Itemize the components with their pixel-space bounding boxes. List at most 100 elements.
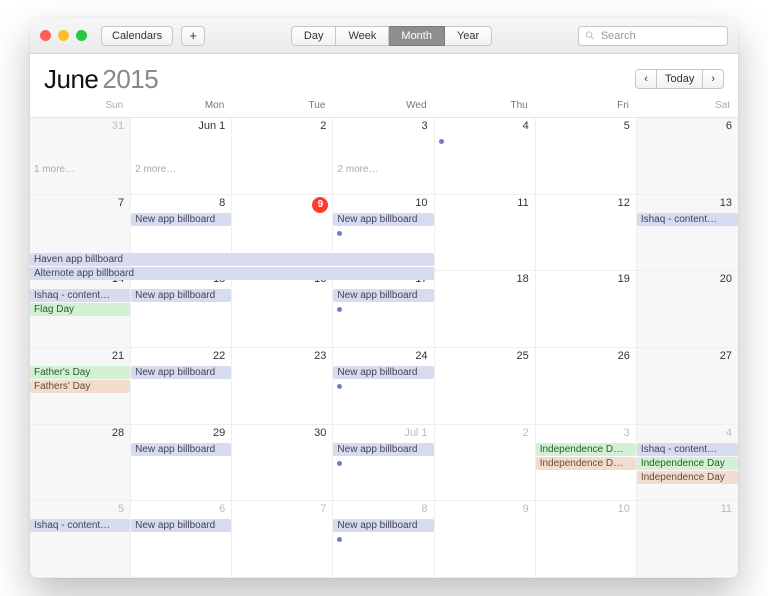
view-switcher: Day Week Month Year [291,26,492,46]
day-cell[interactable]: 11 [435,195,536,272]
day-cell[interactable]: 15New app billboard [131,271,232,348]
day-cell[interactable]: 2 [232,118,333,195]
day-cell[interactable]: 24New app billboardContent Call [333,348,434,425]
day-cell[interactable]: 27 [637,348,738,425]
day-cell[interactable]: 4Ishaq - content…Independence DayIndepen… [637,425,738,502]
view-day[interactable]: Day [291,26,337,46]
today-button[interactable]: Today [657,69,703,89]
event-banner[interactable]: Independence Day [637,471,738,484]
search-icon [585,30,595,41]
more-events-link[interactable]: 2 more… [131,163,231,176]
event-banner[interactable]: New app billboard [131,519,231,532]
day-number: 27 [720,350,732,362]
day-cell[interactable]: 14Ishaq - content…Flag Day [30,271,131,348]
minimize-icon[interactable] [58,30,69,41]
event-banner[interactable]: Haven app billboard [30,253,434,266]
zoom-icon[interactable] [76,30,87,41]
day-number: 20 [720,273,732,285]
day-cell[interactable]: 6New app billboard [131,501,232,578]
view-year[interactable]: Year [445,26,492,46]
day-cell[interactable]: 28 [30,425,131,502]
event-item[interactable]: Content Call [333,227,344,240]
event-item[interactable]: Content Call [333,380,344,393]
event-banner[interactable]: New app billboard [333,289,433,302]
event-banner[interactable]: New app billboard [333,443,433,456]
day-cell[interactable]: 10 [536,501,637,578]
event-item[interactable]: Content Call [333,533,344,546]
day-cell[interactable]: 30 [232,425,333,502]
day-number: 7 [320,503,326,515]
event-banner[interactable]: New app billboard [131,366,231,379]
add-event-button[interactable]: + [181,26,205,46]
day-cell[interactable]: Jun 12 more… [131,118,232,195]
view-week[interactable]: Week [336,26,389,46]
more-events-link[interactable]: 2 more… [333,163,433,176]
day-number: 11 [517,197,528,209]
toolbar: Calendars + Day Week Month Year [30,18,738,54]
day-number: 31 [112,120,124,132]
day-cell[interactable]: 22 New app billboard [131,348,232,425]
event-banner[interactable]: Independence D… [536,457,636,470]
event-banner[interactable]: New app billboard [333,213,433,226]
event-banner[interactable]: Fathers' Day [30,380,130,393]
day-cell[interactable]: 23 [232,348,333,425]
day-cell[interactable]: 4talk to Jess abou… [435,118,536,195]
event-item[interactable]: talk to Jess abou… [435,135,446,148]
day-cell[interactable]: 21Father's DayFathers' Day [30,348,131,425]
day-cell[interactable]: 12 [536,195,637,272]
day-cell[interactable]: 13Ishaq - content… [637,195,738,272]
day-number: 30 [314,427,326,439]
event-banner[interactable]: Ishaq - content… [30,289,130,302]
day-cell[interactable]: 2 [435,425,536,502]
day-cell[interactable]: 25 [435,348,536,425]
event-banner[interactable]: Father's Day [30,366,130,379]
day-cell[interactable]: 11 [637,501,738,578]
day-number: 9 [523,503,529,515]
day-cell[interactable]: 5 Ishaq - content… [30,501,131,578]
prev-month-button[interactable]: ‹ [635,69,657,89]
day-number: Jul 1 [404,427,427,439]
event-banner[interactable]: Independence D… [536,443,636,456]
event-banner[interactable]: New app billboard [131,289,231,302]
search-input[interactable] [599,29,721,43]
event-banner[interactable]: New app billboard [333,519,433,532]
event-banner[interactable]: New app billboard [131,443,231,456]
close-icon[interactable] [40,30,51,41]
event-banner[interactable]: Alternote app billboard [30,267,434,280]
day-cell[interactable]: 5 [536,118,637,195]
day-cell[interactable]: 3Independence D…Independence D… [536,425,637,502]
more-events-link[interactable]: 1 more… [30,163,130,176]
day-number: 5 [118,503,124,515]
month-header: June2015 ‹ Today › [30,54,738,100]
day-number: 22 [213,350,225,362]
day-cell[interactable]: 8New app billboardContent Call [333,501,434,578]
event-item[interactable]: Content Call [333,303,344,316]
event-banner[interactable]: New app billboard [131,213,231,226]
view-month[interactable]: Month [389,26,445,46]
day-cell[interactable]: 26 [536,348,637,425]
day-number: 25 [516,350,528,362]
day-cell[interactable]: 32 more… [333,118,434,195]
day-cell[interactable]: 19 [536,271,637,348]
event-banner[interactable]: Flag Day [30,303,130,316]
search-field[interactable] [578,26,728,46]
day-cell[interactable]: 18 [435,271,536,348]
event-banner[interactable]: Ishaq - content… [637,213,738,226]
event-banner[interactable]: Ishaq - content… [30,519,130,532]
event-item[interactable]: Content Call [333,457,344,470]
day-cell[interactable]: 31 1 more… [30,118,131,195]
day-cell[interactable]: 16 [232,271,333,348]
calendars-button[interactable]: Calendars [101,26,173,46]
day-cell[interactable]: 29New app billboard [131,425,232,502]
day-cell[interactable]: 7 [232,501,333,578]
day-cell[interactable]: 6 [637,118,738,195]
next-month-button[interactable]: › [703,69,724,89]
weekday-header: Sun Mon Tue Wed Thu Fri Sat [30,100,738,118]
event-banner[interactable]: Independence Day [637,457,738,470]
day-cell[interactable]: 9 [435,501,536,578]
day-cell[interactable]: Jul 1 New app billboardContent Call [333,425,434,502]
day-cell[interactable]: 17New app billboardContent Call [333,271,434,348]
event-banner[interactable]: New app billboard [333,366,433,379]
day-cell[interactable]: 20 [637,271,738,348]
event-banner[interactable]: Ishaq - content… [637,443,738,456]
